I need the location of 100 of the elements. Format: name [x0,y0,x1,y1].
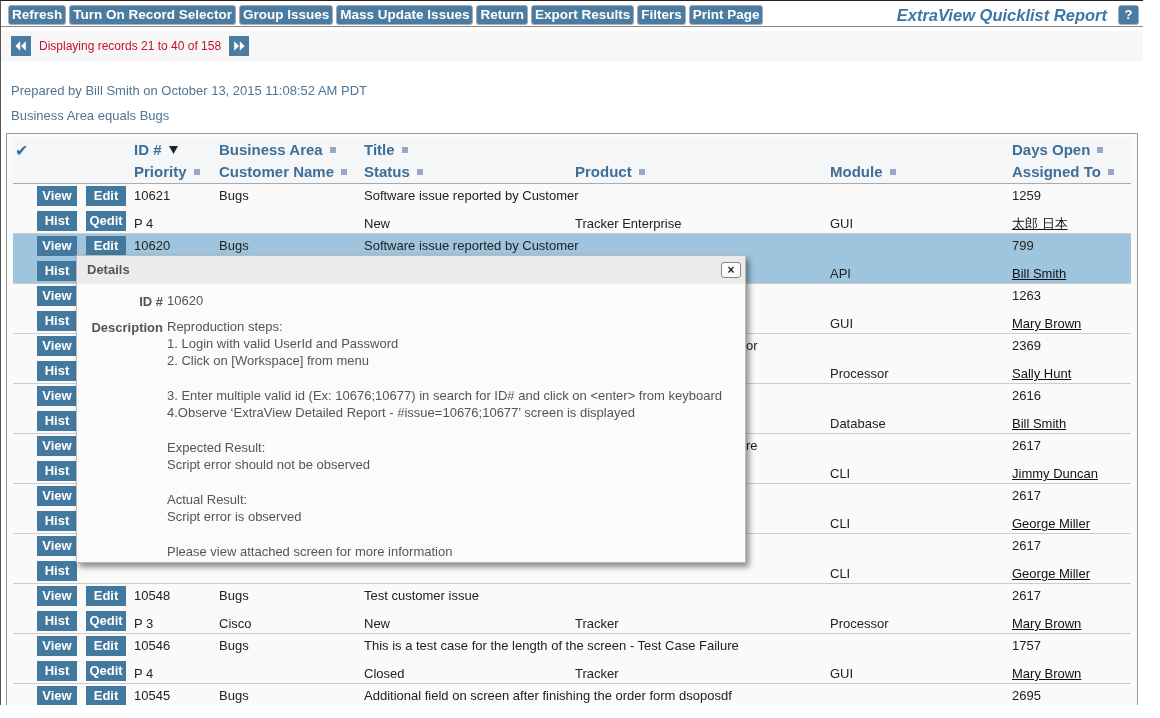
issue-id: 10548 [134,588,171,603]
view-button[interactable]: View [37,636,77,656]
table-row[interactable]: View Edit Hist Qedit 10548 Bugs Test customer issue 2617 P 3 Cisco New Tracker Processor Mary Brown [13,584,1131,634]
issue-id: 10546 [134,638,171,653]
history-button[interactable]: Hist [37,260,77,281]
sort-icon[interactable] [193,169,200,175]
column-header[interactable]: Title [364,139,575,161]
edit-button[interactable]: Edit [86,636,126,656]
column-header[interactable]: Module [830,161,1012,183]
module: Processor [830,366,889,381]
assigned-to-link[interactable]: Mary Brown [1012,666,1082,681]
field-label: Description [90,318,163,337]
prepared-by-text: Prepared by Bill Smith on October 13, 2015 11:08:52 AM PDT [10,82,368,100]
issue-id: 10545 [134,688,171,703]
assigned-to-link[interactable]: Jimmy Duncan [1012,466,1098,481]
history-button[interactable]: Hist [37,560,77,581]
history-button[interactable]: Hist [37,310,77,331]
toolbar-button[interactable]: Export Results [530,5,635,25]
assigned-to-link[interactable]: Mary Brown [1012,616,1082,631]
assigned-to-link[interactable]: George Miller [1012,516,1091,531]
toolbar-button[interactable]: Filters [637,5,686,25]
edit-button[interactable]: Edit [86,686,126,705]
history-button[interactable]: Hist [37,610,77,631]
quick-edit-button[interactable]: Qedit [86,610,126,631]
view-button[interactable]: View [37,536,77,556]
edit-button[interactable]: Edit [86,236,126,256]
help-button[interactable]: ? [1118,5,1139,25]
assigned-to-link[interactable]: Bill Smith [1012,266,1067,281]
module: CLI [830,466,851,481]
sort-descending-icon[interactable] [168,146,178,154]
column-header[interactable]: ID # [134,139,219,161]
close-button[interactable]: × [721,262,741,278]
sort-icon[interactable] [638,169,645,175]
history-button[interactable]: Hist [37,460,77,481]
status: New [364,616,390,631]
days-open: 2617 [1012,538,1041,553]
issue-title: Test customer issue [364,588,479,603]
column-header[interactable]: Priority [134,161,219,183]
view-button[interactable]: View [37,486,77,506]
quick-edit-button[interactable]: Qedit [86,210,126,231]
history-button[interactable]: Hist [37,210,77,231]
report-title: ExtraView Quicklist Report [896,4,1107,26]
toolbar-button[interactable]: Mass Update Issues [336,5,474,25]
table-row[interactable]: View Edit 10545 Bugs Additional field on screen after finishing the order form dsoposdf 2695 [13,684,1131,705]
field-label: ID # [138,293,163,311]
column-header[interactable]: Assigned To [1012,161,1131,183]
toolbar-button[interactable]: Print Page [688,5,764,25]
sort-icon[interactable] [401,147,408,153]
select-all-checkmark[interactable]: ✔ [15,142,28,159]
sort-icon[interactable] [329,147,336,153]
edit-button[interactable]: Edit [86,586,126,606]
history-button[interactable]: Hist [37,660,77,681]
field-value: Please view attached screen for more information [167,542,454,560]
view-button[interactable]: View [37,186,77,206]
toolbar-button[interactable]: Turn On Record Selector [69,5,237,25]
table-row[interactable]: View Edit Hist Qedit 10546 Bugs This is a test case for the length of the screen - Test Case Failure 1757 P 4 Closed Tracker GUI Mary Brown [13,634,1131,684]
column-header[interactable]: Product [575,161,830,183]
toolbar-button[interactable]: Return [476,5,528,25]
assigned-to-link[interactable]: 太郎 日本 [1012,216,1068,231]
sort-icon[interactable] [1107,169,1114,175]
view-button[interactable]: View [37,286,77,306]
history-button[interactable]: Hist [37,510,77,531]
column-header[interactable]: Business Area [219,139,364,161]
popup-title: Details [87,261,130,280]
business-area: Bugs [219,188,249,203]
view-button[interactable]: View [37,336,77,356]
module: Database [830,416,886,431]
next-page-button[interactable] [229,36,250,56]
sort-icon[interactable] [341,169,348,175]
assigned-to-link[interactable]: Sally Hunt [1012,366,1072,381]
view-button[interactable]: View [37,436,77,456]
days-open: 1263 [1012,288,1041,303]
sort-icon[interactable] [1097,147,1104,153]
view-button[interactable]: View [37,236,77,256]
record-count: Displaying records 21 to 40 of 158 [39,38,222,55]
module: GUI [830,316,854,331]
sort-icon[interactable] [889,169,896,175]
days-open: 2369 [1012,338,1041,353]
history-button[interactable]: Hist [37,360,77,381]
column-header[interactable]: Days Open [1012,139,1131,161]
view-button[interactable]: View [37,686,77,705]
column-header[interactable]: Status [364,161,575,183]
sort-icon[interactable] [416,169,423,175]
business-area: Bugs [219,588,249,603]
previous-page-button[interactable] [11,36,31,56]
field-value: Reproduction steps: 1. Login with valid UserId and Password 2. Click on [Workspace] from menu [167,317,400,369]
view-button[interactable]: View [37,586,77,606]
assigned-to-link[interactable]: Mary Brown [1012,316,1082,331]
quick-edit-button[interactable]: Qedit [86,660,126,681]
edit-button[interactable]: Edit [86,186,126,206]
issue-title: This is a test case for the length of the screen - Test Case Failure [364,638,739,653]
priority: P 3 [134,616,154,631]
assigned-to-link[interactable]: Bill Smith [1012,416,1067,431]
toolbar-button[interactable]: Refresh [8,5,67,25]
status: New [364,216,390,231]
history-button[interactable]: Hist [37,410,77,431]
column-header[interactable]: Customer Name [219,161,364,183]
toolbar-button[interactable]: Group Issues [239,5,334,25]
view-button[interactable]: View [37,386,77,406]
assigned-to-link[interactable]: George Miller [1012,566,1091,581]
